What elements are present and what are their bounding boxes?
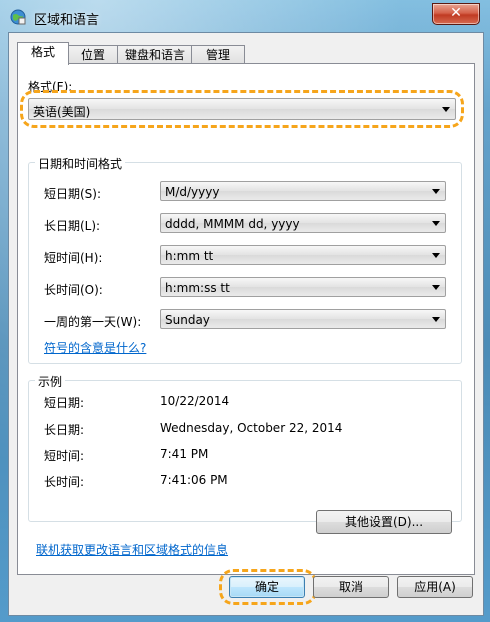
tab-label: 格式 (30, 45, 55, 59)
chevron-down-icon (432, 221, 440, 226)
apply-button[interactable]: 应用(A) (397, 576, 473, 598)
chevron-down-icon (432, 189, 440, 194)
long-date-value: dddd, MMMM dd, yyyy (165, 217, 300, 231)
example-long-date-value: Wednesday, October 22, 2014 (160, 421, 343, 435)
chevron-down-icon (442, 107, 450, 112)
long-time-label: 长时间(O): (44, 283, 103, 297)
tab-administrative[interactable]: 管理 (191, 45, 245, 64)
first-day-combo[interactable]: Sunday (160, 309, 446, 329)
region-globe-icon (10, 9, 26, 25)
example-short-date-label: 短日期: (44, 396, 85, 410)
first-day-label: 一周的第一天(W): (44, 315, 142, 329)
tab-label: 管理 (205, 48, 230, 62)
example-short-date-value: 10/22/2014 (160, 394, 230, 408)
example-long-time-value: 7:41:06 PM (160, 473, 228, 487)
ok-button[interactable]: 确定 (229, 576, 305, 598)
tab-label: 键盘和语言 (124, 48, 185, 62)
window-title: 区域和语言 (34, 13, 100, 28)
dialog-client: 格式 位置 键盘和语言 管理 格式(F): 英语(美国) 日期和时间格式 短日期… (8, 32, 484, 616)
example-short-time-label: 短时间: (44, 449, 85, 463)
format-label: 格式(F): (28, 80, 73, 94)
long-date-label: 长日期(L): (44, 219, 101, 233)
format-combo[interactable]: 英语(美国) (28, 98, 456, 120)
additional-settings-label: 其他设置(D)... (344, 515, 424, 529)
short-date-label: 短日期(S): (44, 187, 102, 201)
short-time-label: 短时间(H): (44, 251, 103, 265)
long-time-combo[interactable]: h:mm:ss tt (160, 277, 446, 297)
cancel-label: 取消 (338, 580, 363, 594)
first-day-value: Sunday (165, 313, 210, 327)
chevron-down-icon (432, 285, 440, 290)
short-date-value: M/d/yyyy (165, 185, 220, 199)
chevron-down-icon (432, 317, 440, 322)
example-long-time-label: 长时间: (44, 475, 85, 489)
format-tab-page: 格式(F): 英语(美国) 日期和时间格式 短日期(S): M/d/yyyy 长… (17, 63, 475, 575)
apply-label: 应用(A) (414, 580, 456, 594)
short-time-combo[interactable]: h:mm tt (160, 245, 446, 265)
additional-settings-button[interactable]: 其他设置(D)... (316, 510, 452, 534)
online-info-link[interactable]: 联机获取更改语言和区域格式的信息 (36, 541, 228, 558)
short-time-value: h:mm tt (165, 249, 214, 263)
long-date-combo[interactable]: dddd, MMMM dd, yyyy (160, 213, 446, 233)
title-bar[interactable]: 区域和语言 ✕ (0, 0, 490, 34)
example-long-date-label: 长日期: (44, 423, 85, 437)
format-value: 英语(美国) (33, 105, 91, 119)
ok-label: 确定 (254, 580, 279, 594)
tab-label: 位置 (80, 48, 105, 62)
symbol-meaning-link[interactable]: 符号的含意是什么? (44, 339, 146, 356)
tab-keyboards-languages[interactable]: 键盘和语言 (117, 45, 193, 64)
examples-group-title: 示例 (35, 373, 66, 390)
cancel-button[interactable]: 取消 (313, 576, 389, 598)
chevron-down-icon (432, 253, 440, 258)
long-time-value: h:mm:ss tt (165, 281, 230, 295)
examples-group (28, 380, 462, 522)
example-short-time-value: 7:41 PM (160, 447, 209, 461)
datetime-group-title: 日期和时间格式 (35, 155, 126, 172)
close-button[interactable]: ✕ (432, 3, 480, 25)
tab-location[interactable]: 位置 (67, 45, 119, 64)
close-icon: ✕ (450, 5, 462, 21)
tab-format[interactable]: 格式 (17, 42, 69, 65)
short-date-combo[interactable]: M/d/yyyy (160, 181, 446, 201)
